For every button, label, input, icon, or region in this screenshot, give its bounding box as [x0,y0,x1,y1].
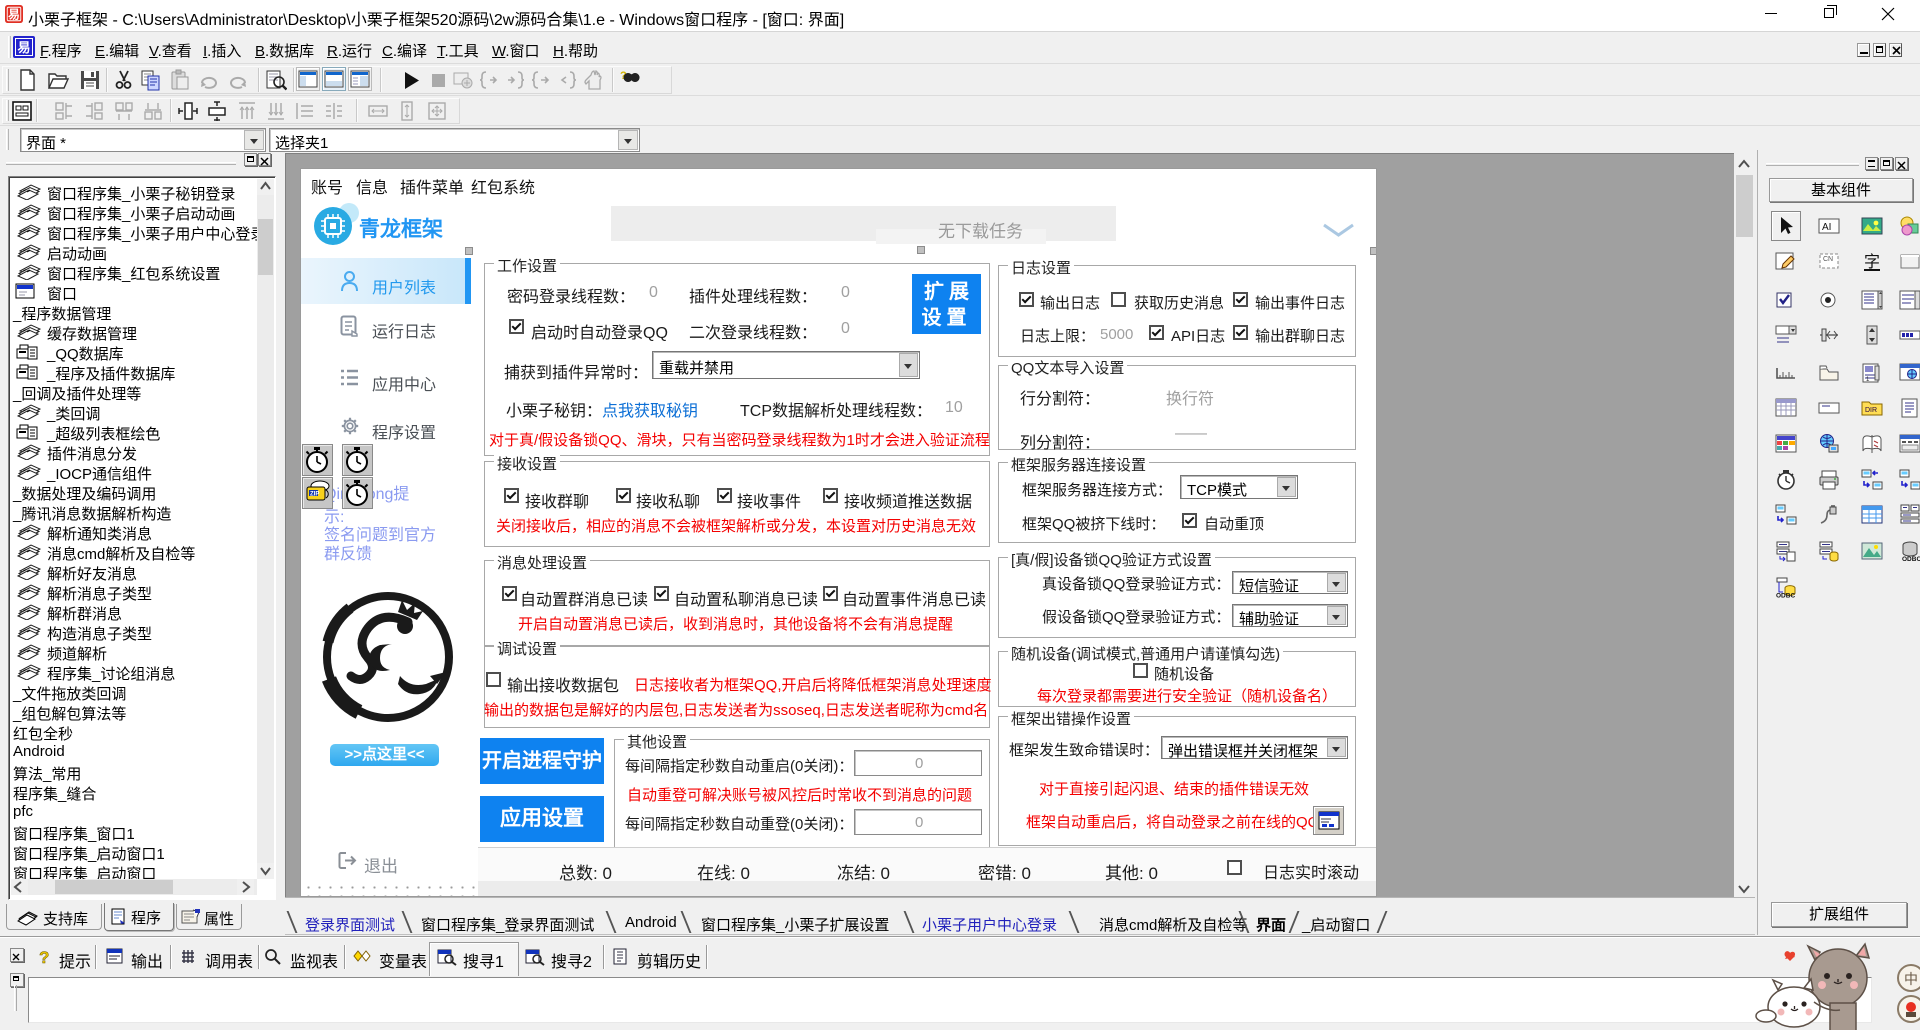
svg-text:CN: CN [1823,256,1833,263]
svg-text:易: 易 [17,40,30,55]
svg-text:中: 中 [1904,971,1918,987]
svg-text:ODBC: ODBC [1902,556,1920,562]
svg-text:AI: AI [1822,222,1831,233]
svg-text:ZIP: ZIP [310,492,319,498]
svg-text:?: ? [39,948,49,966]
svg-text:DIR: DIR [1865,407,1877,414]
svg-text:易: 易 [8,9,20,22]
svg-text:字: 字 [1864,253,1880,271]
svg-text:ODBC: ODBC [1776,593,1795,599]
